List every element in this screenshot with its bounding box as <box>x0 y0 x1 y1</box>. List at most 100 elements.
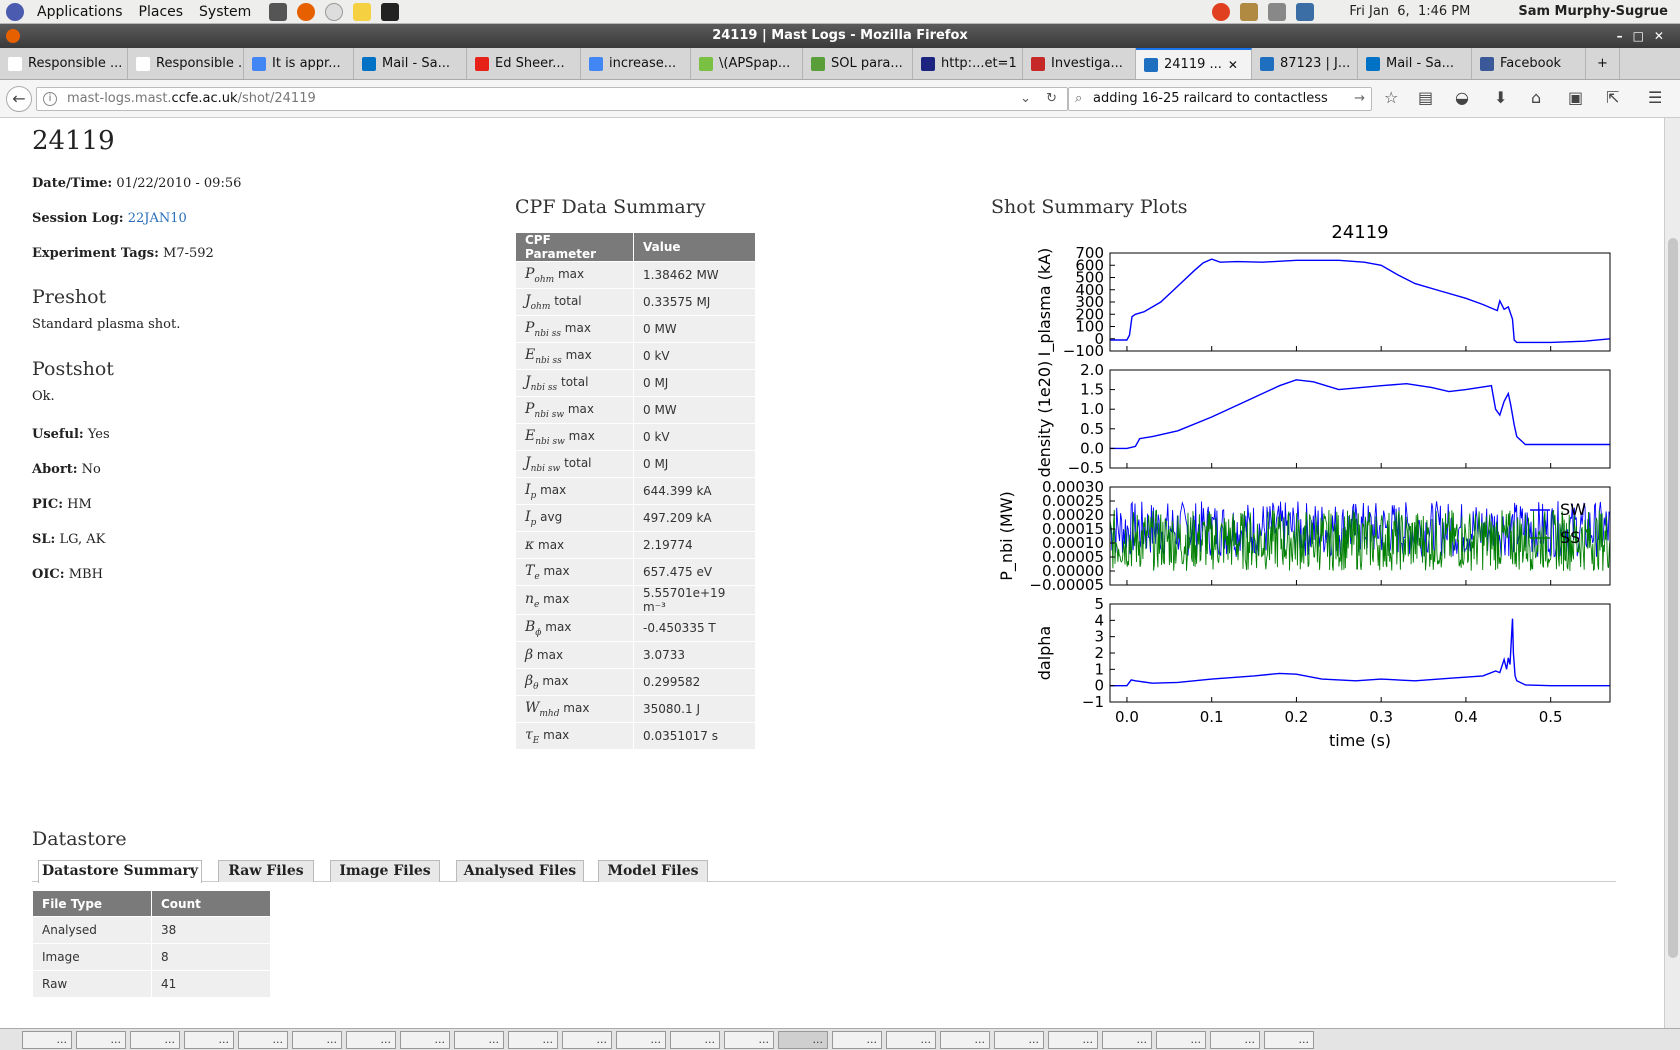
scrollbar-thumb[interactable] <box>1668 238 1678 958</box>
tab-label: Ed Sheer... <box>495 56 565 71</box>
tab-favicon-icon <box>1144 57 1158 72</box>
taskbar-window-button[interactable]: ... <box>616 1030 666 1049</box>
taskbar-window-button[interactable]: ... <box>1048 1030 1098 1049</box>
addon-arrow-icon[interactable]: ⇱ <box>1606 88 1619 107</box>
tab-datastore-summary[interactable]: Datastore Summary <box>38 860 202 883</box>
taskbar-window-button[interactable]: ... <box>454 1030 504 1049</box>
tab-model-files[interactable]: Model Files <box>598 860 708 882</box>
gnome-foot-icon[interactable] <box>6 2 24 21</box>
tab-favicon-icon <box>136 56 150 71</box>
taskbar-window-button[interactable]: ... <box>346 1030 396 1049</box>
session-label: Session Log: <box>32 211 124 226</box>
url-dropdown-icon[interactable]: ⌄ <box>1020 88 1031 110</box>
browser-tab[interactable]: 24119 ... ✕ <box>1136 48 1252 79</box>
useful-label: Useful: <box>32 427 84 442</box>
volume-icon[interactable] <box>1268 2 1287 21</box>
tab-raw-files[interactable]: Raw Files <box>218 860 314 882</box>
terminal-launcher-icon[interactable] <box>381 2 400 21</box>
browser-tab[interactable]: SOL para... <box>803 48 913 79</box>
tab-image-files[interactable]: Image Files <box>330 860 440 882</box>
taskbar-window-button[interactable]: ... <box>1102 1030 1152 1049</box>
taskbar-window-button[interactable]: ... <box>724 1030 774 1049</box>
panel-frame <box>1109 603 1611 703</box>
network-icon[interactable] <box>1240 2 1259 21</box>
browser-tab[interactable]: Responsible ... <box>0 48 128 79</box>
taskbar-window-button[interactable]: ... <box>994 1030 1044 1049</box>
session-log-link[interactable]: 22JAN10 <box>128 211 187 226</box>
taskbar-window-button[interactable]: ... <box>886 1030 936 1049</box>
browser-tab[interactable]: Investiga... <box>1023 48 1136 79</box>
browser-tab[interactable]: http:...et=1 <box>913 48 1023 79</box>
y-tick-label: 3 <box>1094 628 1104 646</box>
vertical-scrollbar[interactable] <box>1664 118 1680 1028</box>
cpf-param-qualifier: total <box>560 455 592 470</box>
search-go-icon[interactable]: → <box>1354 88 1365 110</box>
x-tick-label: 0.4 <box>1454 708 1478 726</box>
screenshot-icon[interactable] <box>269 2 288 21</box>
taskbar-window-button[interactable]: ... <box>22 1030 72 1049</box>
url-bar[interactable]: i mast-logs.mast.ccfe.ac.uk/shot/24119 ⌄… <box>36 87 1068 111</box>
display-icon[interactable] <box>1296 2 1315 21</box>
taskbar-window-button[interactable]: ... <box>292 1030 342 1049</box>
reading-list-icon[interactable]: ▤ <box>1418 88 1433 107</box>
firefox-launcher-icon[interactable] <box>297 2 316 21</box>
y-tick-label: −1 <box>1082 693 1104 711</box>
bookmark-star-icon[interactable]: ☆ <box>1384 88 1398 107</box>
close-tab-icon[interactable]: ✕ <box>1228 58 1238 72</box>
taskbar-window-button[interactable]: ... <box>400 1030 450 1049</box>
window-controls[interactable]: –□✕ <box>1617 24 1674 48</box>
taskbar-window-button[interactable]: ... <box>130 1030 180 1049</box>
taskbar-window-button[interactable]: ... <box>1264 1030 1314 1049</box>
browser-tab[interactable]: \(APSpap... <box>691 48 803 79</box>
download-icon[interactable]: ⬇ <box>1494 88 1507 107</box>
reload-icon[interactable]: ↻ <box>1046 88 1057 110</box>
page-content: 24119 Date/Time: 01/22/2010 - 09:56 Sess… <box>0 118 1664 1028</box>
browser-tab[interactable]: Mail - Sa... <box>1358 48 1472 79</box>
tab-label: It is appr... <box>272 56 341 71</box>
pocket-icon[interactable]: ◒ <box>1455 88 1469 107</box>
menu-applications[interactable]: Applications <box>29 4 131 20</box>
search-input[interactable]: ⌕ adding 16-25 railcard to contactless → <box>1068 87 1372 111</box>
user-name[interactable]: Sam Murphy-Sugrue <box>1518 4 1668 19</box>
taskbar-window-button[interactable]: ... <box>1156 1030 1206 1049</box>
tab-label: \(APSpap... <box>719 56 791 71</box>
cpf-param-subscript: nbi ss <box>534 328 561 339</box>
abort-value: No <box>81 462 101 477</box>
taskbar-window-button[interactable]: ... <box>832 1030 882 1049</box>
cpf-value-cell: 0 MJ <box>633 369 756 397</box>
notes-launcher-icon[interactable] <box>353 2 372 21</box>
x-tick-label: 0.0 <box>1115 708 1139 726</box>
taskbar-window-button[interactable]: ... <box>778 1030 828 1049</box>
screenshot-addon-icon[interactable]: ▣ <box>1568 88 1583 107</box>
cpf-param-cell: Pohm max <box>515 261 634 289</box>
home-icon[interactable]: ⌂ <box>1531 88 1541 107</box>
mail-launcher-icon[interactable] <box>325 2 344 21</box>
taskbar-window-button[interactable]: ... <box>508 1030 558 1049</box>
site-info-icon[interactable]: i <box>43 92 57 106</box>
tab-strip: Responsible ... Responsible ... It is appr… <box>0 48 1680 80</box>
cpf-value-cell: 0 kV <box>633 423 756 451</box>
menu-places[interactable]: Places <box>131 4 192 20</box>
browser-tab[interactable]: It is appr... <box>244 48 354 79</box>
taskbar-window-button[interactable]: ... <box>562 1030 612 1049</box>
hamburger-menu-icon[interactable]: ☰ <box>1648 88 1662 107</box>
tab-analysed-files[interactable]: Analysed Files <box>456 860 584 882</box>
taskbar-window-button[interactable]: ... <box>1210 1030 1260 1049</box>
taskbar: ........................................… <box>0 1028 1680 1050</box>
browser-tab[interactable]: Facebook <box>1472 48 1586 79</box>
back-button[interactable]: ← <box>6 86 32 112</box>
taskbar-window-button[interactable]: ... <box>76 1030 126 1049</box>
update-notifier-icon[interactable] <box>1212 2 1231 21</box>
taskbar-window-button[interactable]: ... <box>238 1030 288 1049</box>
taskbar-window-button[interactable]: ... <box>670 1030 720 1049</box>
new-tab-button[interactable]: + <box>1586 48 1620 79</box>
browser-tab[interactable]: Responsible ... <box>128 48 244 79</box>
taskbar-window-button[interactable]: ... <box>940 1030 990 1049</box>
browser-tab[interactable]: Mail - Sa... <box>354 48 467 79</box>
browser-tab[interactable]: increase... <box>581 48 691 79</box>
menu-system[interactable]: System <box>191 4 259 20</box>
browser-tab[interactable]: Ed Sheer... <box>467 48 581 79</box>
browser-tab[interactable]: 87123 | J... <box>1252 48 1358 79</box>
taskbar-window-button[interactable]: ... <box>184 1030 234 1049</box>
clock[interactable]: Fri Jan 6, 1:46 PM <box>1349 4 1470 19</box>
